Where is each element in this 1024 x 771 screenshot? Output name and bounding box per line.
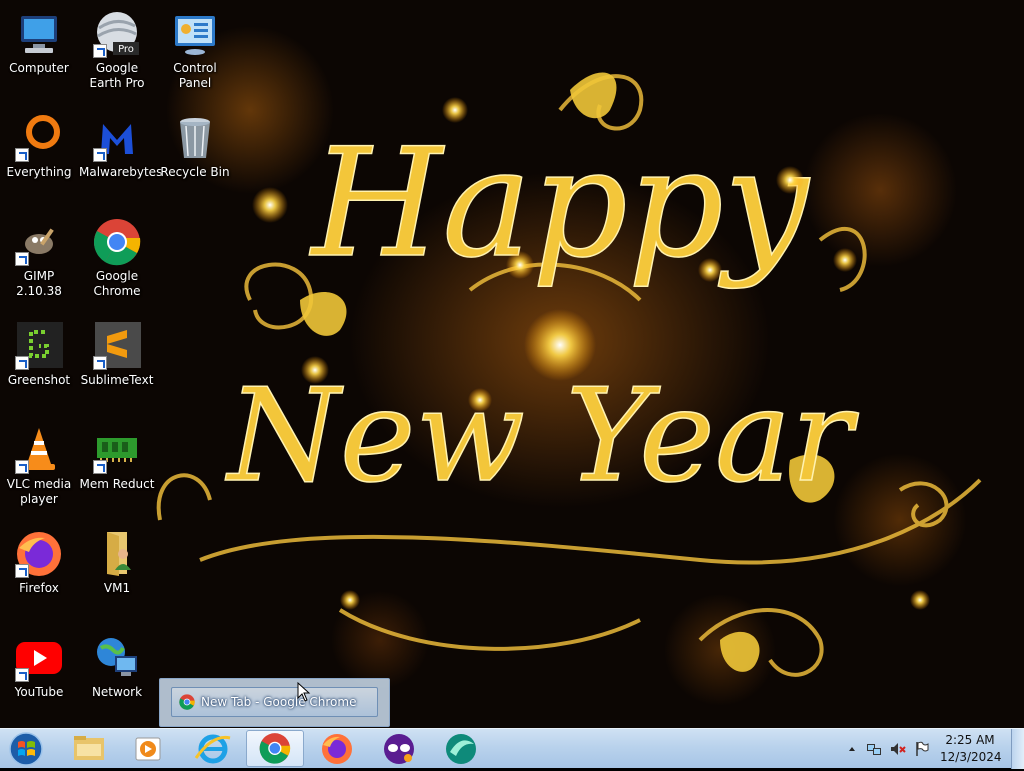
desktop-icon-label: Everything <box>6 165 72 179</box>
desktop-icon-computer[interactable]: Computer <box>1 10 77 76</box>
desktop-icon-control-panel[interactable]: Control Panel <box>157 10 233 91</box>
taskbar-internet-explorer[interactable] <box>184 730 242 767</box>
malwarebytes-icon <box>93 114 141 162</box>
windows-start-orb-icon <box>9 732 43 766</box>
desktop-icon-google-chrome[interactable]: Google Chrome <box>79 218 155 299</box>
computer-icon <box>15 10 63 58</box>
chrome-icon <box>179 694 195 710</box>
google-earth-pro-icon: Pro <box>93 10 141 58</box>
recycle-bin-icon <box>171 114 219 162</box>
mask-icon <box>384 734 414 764</box>
shortcut-arrow-icon <box>93 44 107 58</box>
desktop-icon-youtube[interactable]: YouTube <box>1 634 77 700</box>
thumbnail-window-title: New Tab - Google Chrome <box>201 695 357 709</box>
shortcut-arrow-icon <box>93 148 107 162</box>
desktop-icon-label: Greenshot <box>7 373 71 387</box>
shortcut-arrow-icon <box>93 460 107 474</box>
desktop-icon-mem-reduct[interactable]: Mem Reduct <box>79 426 155 492</box>
desktop-icon-firefox[interactable]: Firefox <box>1 530 77 596</box>
desktop: Happy New Year Computer Pro Google Earth… <box>0 0 1024 728</box>
chrome-icon <box>93 218 141 266</box>
desktop-icon-label: Malwarebytes <box>79 165 163 179</box>
youtube-icon <box>15 634 63 682</box>
desktop-icon-label: Google Earth Pro <box>89 61 145 90</box>
shortcut-arrow-icon <box>15 356 29 370</box>
desktop-icon-label: VM1 <box>103 581 131 595</box>
round-app-icon <box>446 734 476 764</box>
desktop-icon-google-earth-pro[interactable]: Pro Google Earth Pro <box>79 10 155 91</box>
chrome-icon <box>259 733 291 764</box>
desktop-icon-label: VLC media player <box>6 477 72 506</box>
desktop-icon-label: Firefox <box>19 581 59 595</box>
folder-icon <box>74 736 104 760</box>
taskbar-clock[interactable]: 2:25 AM 12/3/2024 <box>940 732 1002 766</box>
action-center-flag-icon[interactable] <box>914 741 930 757</box>
taskbar-round-app[interactable] <box>432 730 490 767</box>
desktop-icon-label: Mem Reduct <box>79 477 155 491</box>
shortcut-arrow-icon <box>15 148 29 162</box>
show-desktop-button[interactable] <box>1011 729 1024 769</box>
shortcut-arrow-icon <box>15 564 29 578</box>
desktop-icon-label: SublimeText <box>80 373 154 387</box>
desktop-icon-label: Control Panel <box>173 61 217 90</box>
svg-text:Pro: Pro <box>118 44 134 55</box>
desktop-icon-label: Network <box>91 685 143 699</box>
desktop-icon-recycle-bin[interactable]: Recycle Bin <box>157 114 233 180</box>
desktop-icon-malwarebytes[interactable]: Malwarebytes <box>79 114 163 180</box>
desktop-icon-label: Google Chrome <box>93 269 141 298</box>
taskbar-windows-explorer[interactable] <box>60 730 118 767</box>
desktop-icon-label: GIMP 2.10.38 <box>16 269 62 298</box>
taskbar-mask-app[interactable] <box>370 730 428 767</box>
shortcut-arrow-icon <box>15 668 29 682</box>
network-icon[interactable] <box>866 741 882 757</box>
control-panel-icon <box>171 10 219 58</box>
folder-user-icon <box>93 530 141 578</box>
clock-time: 2:25 AM <box>945 733 995 747</box>
desktop-icon-vm1[interactable]: VM1 <box>79 530 155 596</box>
desktop-icon-gimp[interactable]: GIMP 2.10.38 <box>1 218 77 299</box>
taskbar-thumbnail-popup: New Tab - Google Chrome <box>159 678 390 727</box>
desktop-icon-network[interactable]: Network <box>79 634 155 700</box>
firefox-icon <box>322 734 352 764</box>
volume-muted-icon[interactable] <box>890 741 906 757</box>
mem-reduct-icon <box>93 426 141 474</box>
desktop-icon-vlc[interactable]: VLC media player <box>1 426 77 507</box>
shortcut-arrow-icon <box>15 460 29 474</box>
everything-icon <box>15 114 63 162</box>
greenshot-icon <box>15 322 63 370</box>
shortcut-arrow-icon <box>15 252 29 266</box>
thumbnail-window-item[interactable]: New Tab - Google Chrome <box>171 687 378 717</box>
media-player-icon <box>135 737 161 761</box>
chevron-up-icon[interactable] <box>844 741 860 757</box>
desktop-icon-label: Computer <box>9 61 69 75</box>
internet-explorer-icon <box>194 734 231 764</box>
start-button[interactable] <box>4 731 48 767</box>
taskbar-google-chrome[interactable] <box>246 730 304 767</box>
system-tray: 2:25 AM 12/3/2024 <box>840 729 1024 769</box>
mouse-cursor-icon <box>297 682 311 702</box>
wallpaper-happy-text: Happy <box>308 117 810 291</box>
desktop-icon-sublime-text[interactable]: SublimeText <box>79 322 155 388</box>
desktop-icon-label: YouTube <box>14 685 64 699</box>
desktop-icon-everything[interactable]: Everything <box>1 114 77 180</box>
vlc-icon <box>15 426 63 474</box>
taskbar-media-player[interactable] <box>119 730 177 767</box>
clock-date: 12/3/2024 <box>940 750 1002 764</box>
shortcut-arrow-icon <box>93 356 107 370</box>
wallpaper-new-year-text: New Year <box>225 362 859 511</box>
firefox-icon <box>15 530 63 578</box>
desktop-icon-label: Recycle Bin <box>160 165 230 179</box>
network-icon <box>93 634 141 682</box>
taskbar: 2:25 AM 12/3/2024 <box>0 728 1024 769</box>
gimp-icon <box>15 218 63 266</box>
taskbar-firefox[interactable] <box>308 730 366 767</box>
desktop-icon-greenshot[interactable]: Greenshot <box>1 322 77 388</box>
sublime-text-icon <box>93 322 141 370</box>
